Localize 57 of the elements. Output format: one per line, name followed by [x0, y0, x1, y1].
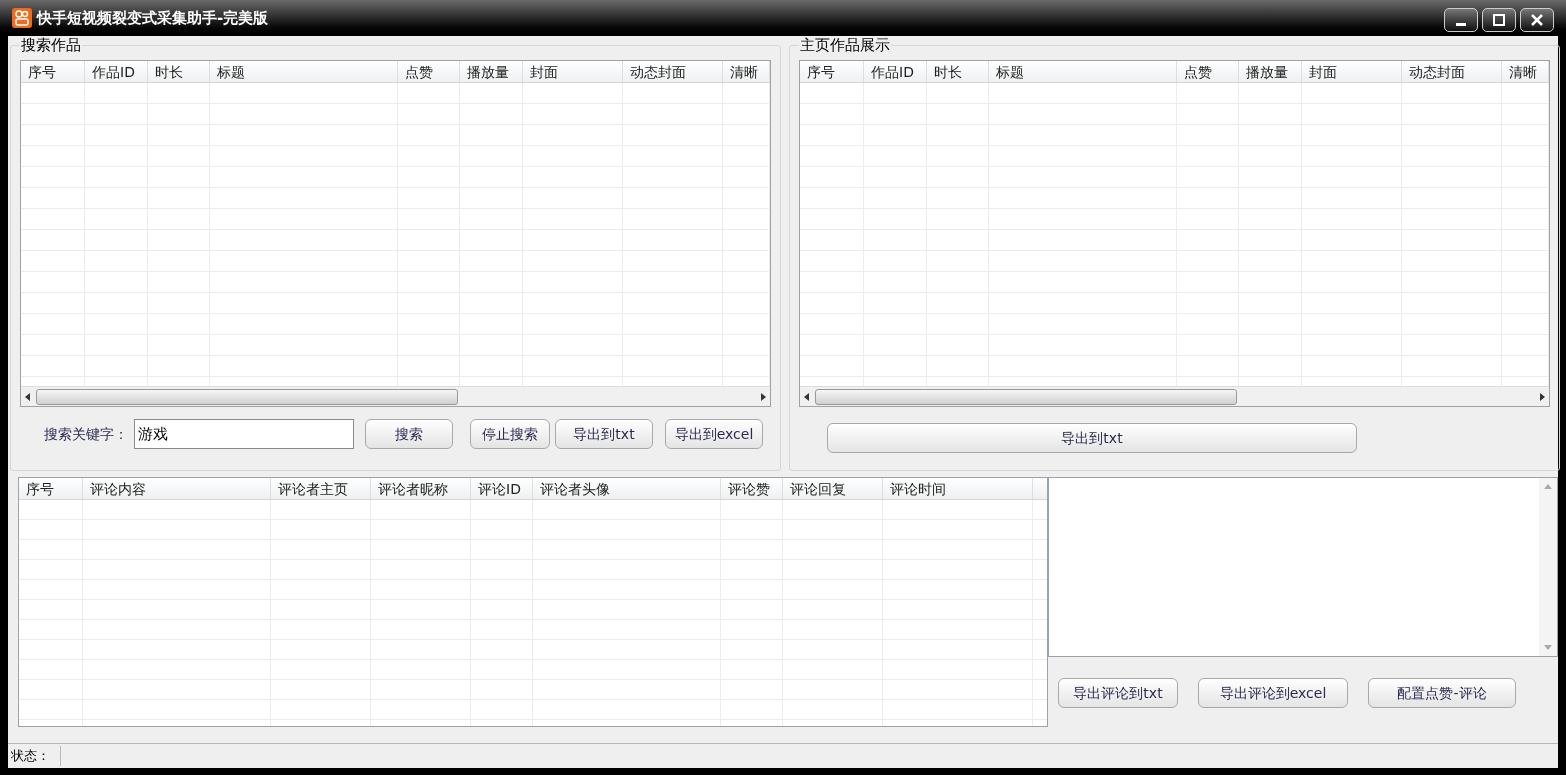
action-button[interactable]: 停止搜索 — [470, 419, 550, 449]
column-header[interactable]: 封面 — [523, 61, 623, 82]
column-header[interactable]: 评论赞 — [721, 478, 783, 499]
data-table[interactable]: 序号 作品ID 时长 标题 点赞 播放量 封面 动态封面 清晰 — [799, 60, 1550, 407]
close-icon — [1531, 14, 1543, 26]
column-header[interactable]: 动态封面 — [1402, 61, 1502, 82]
data-table[interactable]: 序号 作品ID 时长 标题 点赞 播放量 封面 动态封面 清晰 — [20, 60, 771, 407]
action-button[interactable]: 配置点赞-评论 — [1368, 678, 1516, 708]
column-header[interactable]: 标题 — [210, 61, 398, 82]
column-header[interactable]: 评论者昵称 — [371, 478, 471, 499]
action-button[interactable]: 导出评论到excel — [1198, 678, 1348, 708]
horizontal-scrollbar[interactable] — [800, 386, 1549, 406]
column-header[interactable]: 作品ID — [85, 61, 148, 82]
data-table[interactable]: 序号 评论内容 评论者主页 评论者昵称 评论ID 评论者头像 评论赞 评论回复 评论时间 — [18, 477, 1048, 727]
action-button[interactable]: 导出到txt — [827, 423, 1357, 453]
column-header[interactable]: 播放量 — [1239, 61, 1302, 82]
column-header[interactable]: 评论时间 — [883, 478, 1033, 499]
scroll-left-icon[interactable] — [804, 392, 809, 401]
column-header[interactable]: 标题 — [989, 61, 1177, 82]
minimize-button[interactable] — [1444, 8, 1478, 32]
status-label: 状态： — [11, 746, 61, 766]
group-title: 主页作品展示 — [799, 36, 891, 54]
minimize-icon — [1456, 22, 1466, 26]
maximize-icon — [1493, 14, 1505, 26]
scroll-right-icon[interactable] — [1540, 392, 1545, 401]
column-header[interactable]: 序号 — [19, 478, 83, 499]
horizontal-scrollbar[interactable] — [21, 386, 770, 406]
action-button[interactable]: 搜索 — [365, 419, 453, 449]
maximize-button[interactable] — [1482, 8, 1516, 32]
column-header[interactable]: 评论回复 — [783, 478, 883, 499]
column-header[interactable]: 评论者主页 — [271, 478, 371, 499]
action-button[interactable]: 导出到txt — [555, 419, 653, 449]
column-header[interactable]: 清晰 — [723, 61, 770, 82]
window-title: 快手短视频裂变式采集助手-完美版 — [37, 7, 269, 29]
column-header[interactable]: 时长 — [927, 61, 989, 82]
action-button[interactable]: 导出到excel — [665, 419, 763, 449]
column-header[interactable]: 评论者头像 — [533, 478, 721, 499]
close-button[interactable] — [1520, 8, 1554, 32]
column-header[interactable]: 封面 — [1302, 61, 1402, 82]
scroll-right-icon[interactable] — [761, 392, 766, 401]
column-header[interactable]: 播放量 — [460, 61, 523, 82]
column-header[interactable]: 时长 — [148, 61, 210, 82]
action-button[interactable]: 导出评论到txt — [1058, 678, 1178, 708]
column-header[interactable]: 清晰 — [1502, 61, 1549, 82]
column-header[interactable]: 序号 — [21, 61, 85, 82]
app-logo-icon — [12, 8, 32, 28]
column-header[interactable]: 点赞 — [398, 61, 460, 82]
column-header[interactable]: 评论ID — [471, 478, 533, 499]
scroll-left-icon[interactable] — [25, 392, 30, 401]
column-header[interactable]: 评论内容 — [83, 478, 271, 499]
keyword-label: 搜索关键字： — [44, 424, 128, 444]
group-title: 搜索作品 — [20, 36, 82, 54]
column-header[interactable]: 动态封面 — [623, 61, 723, 82]
column-header[interactable]: 序号 — [800, 61, 864, 82]
column-header[interactable]: 点赞 — [1177, 61, 1239, 82]
column-header[interactable]: 作品ID — [864, 61, 927, 82]
keyword-input[interactable]: 游戏 — [134, 419, 354, 449]
